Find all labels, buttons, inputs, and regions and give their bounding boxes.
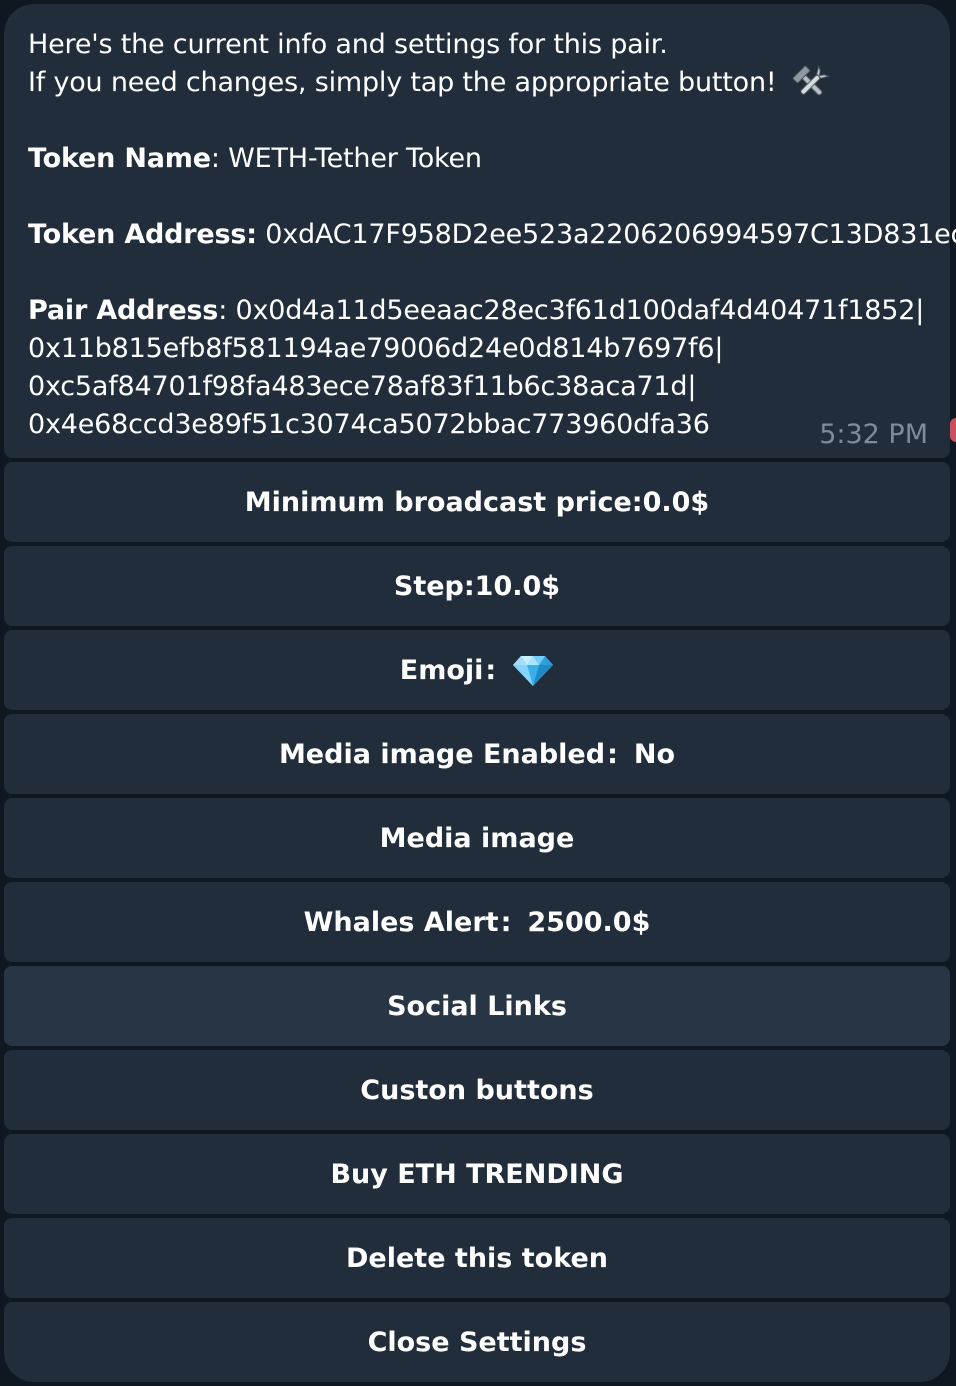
whales-alert-button[interactable]: Whales Alert:2500.0$ — [4, 882, 950, 962]
buy-trending-label: Buy ETH TRENDING — [330, 1158, 624, 1190]
delete-token-button[interactable]: Delete this token — [4, 1218, 950, 1298]
pair-address-line-2[interactable]: 0x11b815efb8f581194ae79006d24e0d814b7697… — [28, 333, 723, 364]
pair-address-line-4[interactable]: 0x4e68ccd3e89f51c3074ca5072bbac773960dfa… — [28, 409, 710, 440]
edge-indicator — [950, 418, 956, 442]
min-broadcast-price-label: Minimum broadcast price:0.0$ — [244, 486, 710, 518]
buy-trending-button[interactable]: Buy ETH TRENDING — [4, 1134, 950, 1214]
pair-address-label: Pair Address — [28, 295, 219, 326]
token-name-label: Token Name — [28, 143, 211, 174]
emoji-label: Emoji — [399, 654, 484, 686]
pair-address-line-3[interactable]: 0xc5af84701f98fa483ece78af83f11b6c38aca7… — [28, 371, 696, 402]
media-image-button[interactable]: Media image — [4, 798, 950, 878]
social-links-label: Social Links — [387, 990, 567, 1022]
token-name-value: : WETH-Tether Token — [210, 143, 482, 174]
step-label: Step:10.0$ — [393, 570, 561, 602]
custom-buttons-button[interactable]: Custon buttons — [4, 1050, 950, 1130]
message-text: Here's the current info and settings for… — [28, 26, 956, 444]
message-bubble: Here's the current info and settings for… — [4, 4, 956, 458]
message-timestamp: 5:32 PM — [819, 419, 928, 450]
close-settings-label: Close Settings — [367, 1326, 587, 1358]
whales-alert-label: Whales Alert — [303, 906, 499, 938]
pair-address-line-1[interactable]: : 0x0d4a11d5eeaac28ec3f61d100daf4d40471f… — [218, 295, 924, 326]
whales-alert-value: 2500.0$ — [527, 906, 651, 938]
media-enabled-label: Media image Enabled — [278, 738, 606, 770]
media-enabled-value: No — [633, 738, 676, 770]
custom-buttons-label: Custon buttons — [360, 1074, 594, 1106]
token-address-label: Token Address: — [28, 219, 257, 250]
step-button[interactable]: Step:10.0$ — [4, 546, 950, 626]
delete-token-label: Delete this token — [346, 1242, 608, 1274]
intro-line-2: If you need changes, simply tap the appr… — [28, 67, 777, 98]
media-image-label: Media image — [379, 822, 575, 854]
token-address-value[interactable]: 0xdAC17F958D2ee523a2206206994597C13D831e… — [257, 219, 956, 250]
social-links-button[interactable]: Social Links — [4, 966, 950, 1046]
intro-line-1: Here's the current info and settings for… — [28, 29, 668, 60]
gem-icon — [513, 656, 554, 686]
close-settings-button[interactable]: Close Settings — [4, 1302, 950, 1382]
media-image-enabled-button[interactable]: Media image Enabled: No — [4, 714, 950, 794]
emoji-button[interactable]: Emoji: — [4, 630, 950, 710]
hammer-and-wrench-icon — [792, 64, 831, 96]
min-broadcast-price-button[interactable]: Minimum broadcast price:0.0$ — [4, 462, 950, 542]
